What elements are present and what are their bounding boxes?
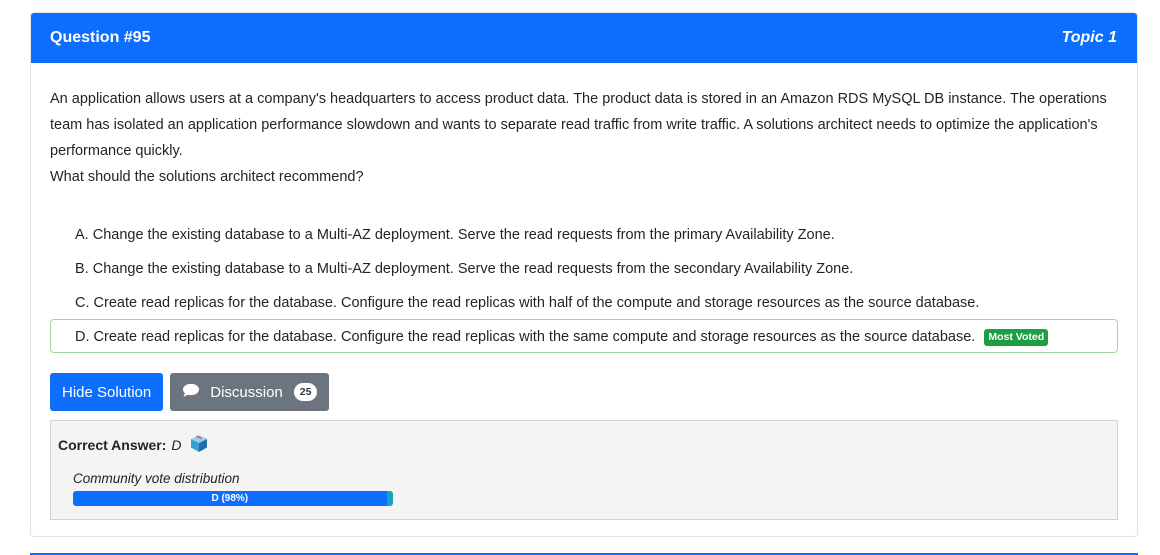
question-header: Question #95 Topic 1 bbox=[31, 13, 1137, 63]
question-paragraph: An application allows users at a company… bbox=[50, 91, 1107, 159]
correct-answer-label: Correct Answer: bbox=[58, 436, 167, 453]
vote-bar-label: D (98%) bbox=[211, 493, 249, 504]
choice-text: D. Create read replicas for the database… bbox=[75, 329, 976, 345]
vote-bar-other bbox=[386, 491, 393, 506]
topic-label: Topic 1 bbox=[1061, 29, 1117, 46]
comment-bubble-icon bbox=[182, 383, 200, 402]
question-card: Question #95 Topic 1 An application allo… bbox=[30, 12, 1138, 537]
question-text: An application allows users at a company… bbox=[50, 86, 1118, 190]
question-body: An application allows users at a company… bbox=[31, 86, 1137, 520]
choice-text: C. Create read replicas for the database… bbox=[75, 295, 980, 311]
correct-answer-line: Correct Answer: D bbox=[58, 433, 1110, 456]
vote-distribution-title: Community vote distribution bbox=[73, 471, 240, 486]
question-number: Question #95 bbox=[50, 29, 151, 46]
answer-cube-icon bbox=[189, 433, 209, 456]
choice-text: B. Change the existing database to a Mul… bbox=[75, 261, 854, 277]
choice-text: A. Change the existing database to a Mul… bbox=[75, 227, 835, 243]
discussion-label: Discussion bbox=[210, 383, 283, 401]
vote-bar-d: D (98%) bbox=[73, 491, 387, 506]
choice-b[interactable]: B. Change the existing database to a Mul… bbox=[50, 251, 1118, 285]
answer-panel: Correct Answer: D Community vote distrib… bbox=[50, 420, 1118, 520]
hide-solution-label: Hide Solution bbox=[62, 383, 152, 401]
hide-solution-button[interactable]: Hide Solution bbox=[50, 373, 164, 411]
choice-d[interactable]: D. Create read replicas for the database… bbox=[50, 319, 1118, 353]
discussion-count-badge: 25 bbox=[293, 383, 318, 401]
choice-list: A. Change the existing database to a Mul… bbox=[50, 217, 1118, 353]
most-voted-badge: Most Voted bbox=[984, 329, 1049, 346]
choice-a[interactable]: A. Change the existing database to a Mul… bbox=[50, 217, 1118, 251]
question-prompt: What should the solutions architect reco… bbox=[50, 169, 364, 185]
action-buttons: Hide Solution Discussion 25 bbox=[50, 373, 1118, 411]
choice-c[interactable]: C. Create read replicas for the database… bbox=[50, 285, 1118, 319]
vote-distribution-bar: D (98%) bbox=[73, 491, 393, 506]
discussion-button[interactable]: Discussion 25 bbox=[170, 373, 330, 411]
correct-answer-value: D bbox=[171, 436, 182, 453]
